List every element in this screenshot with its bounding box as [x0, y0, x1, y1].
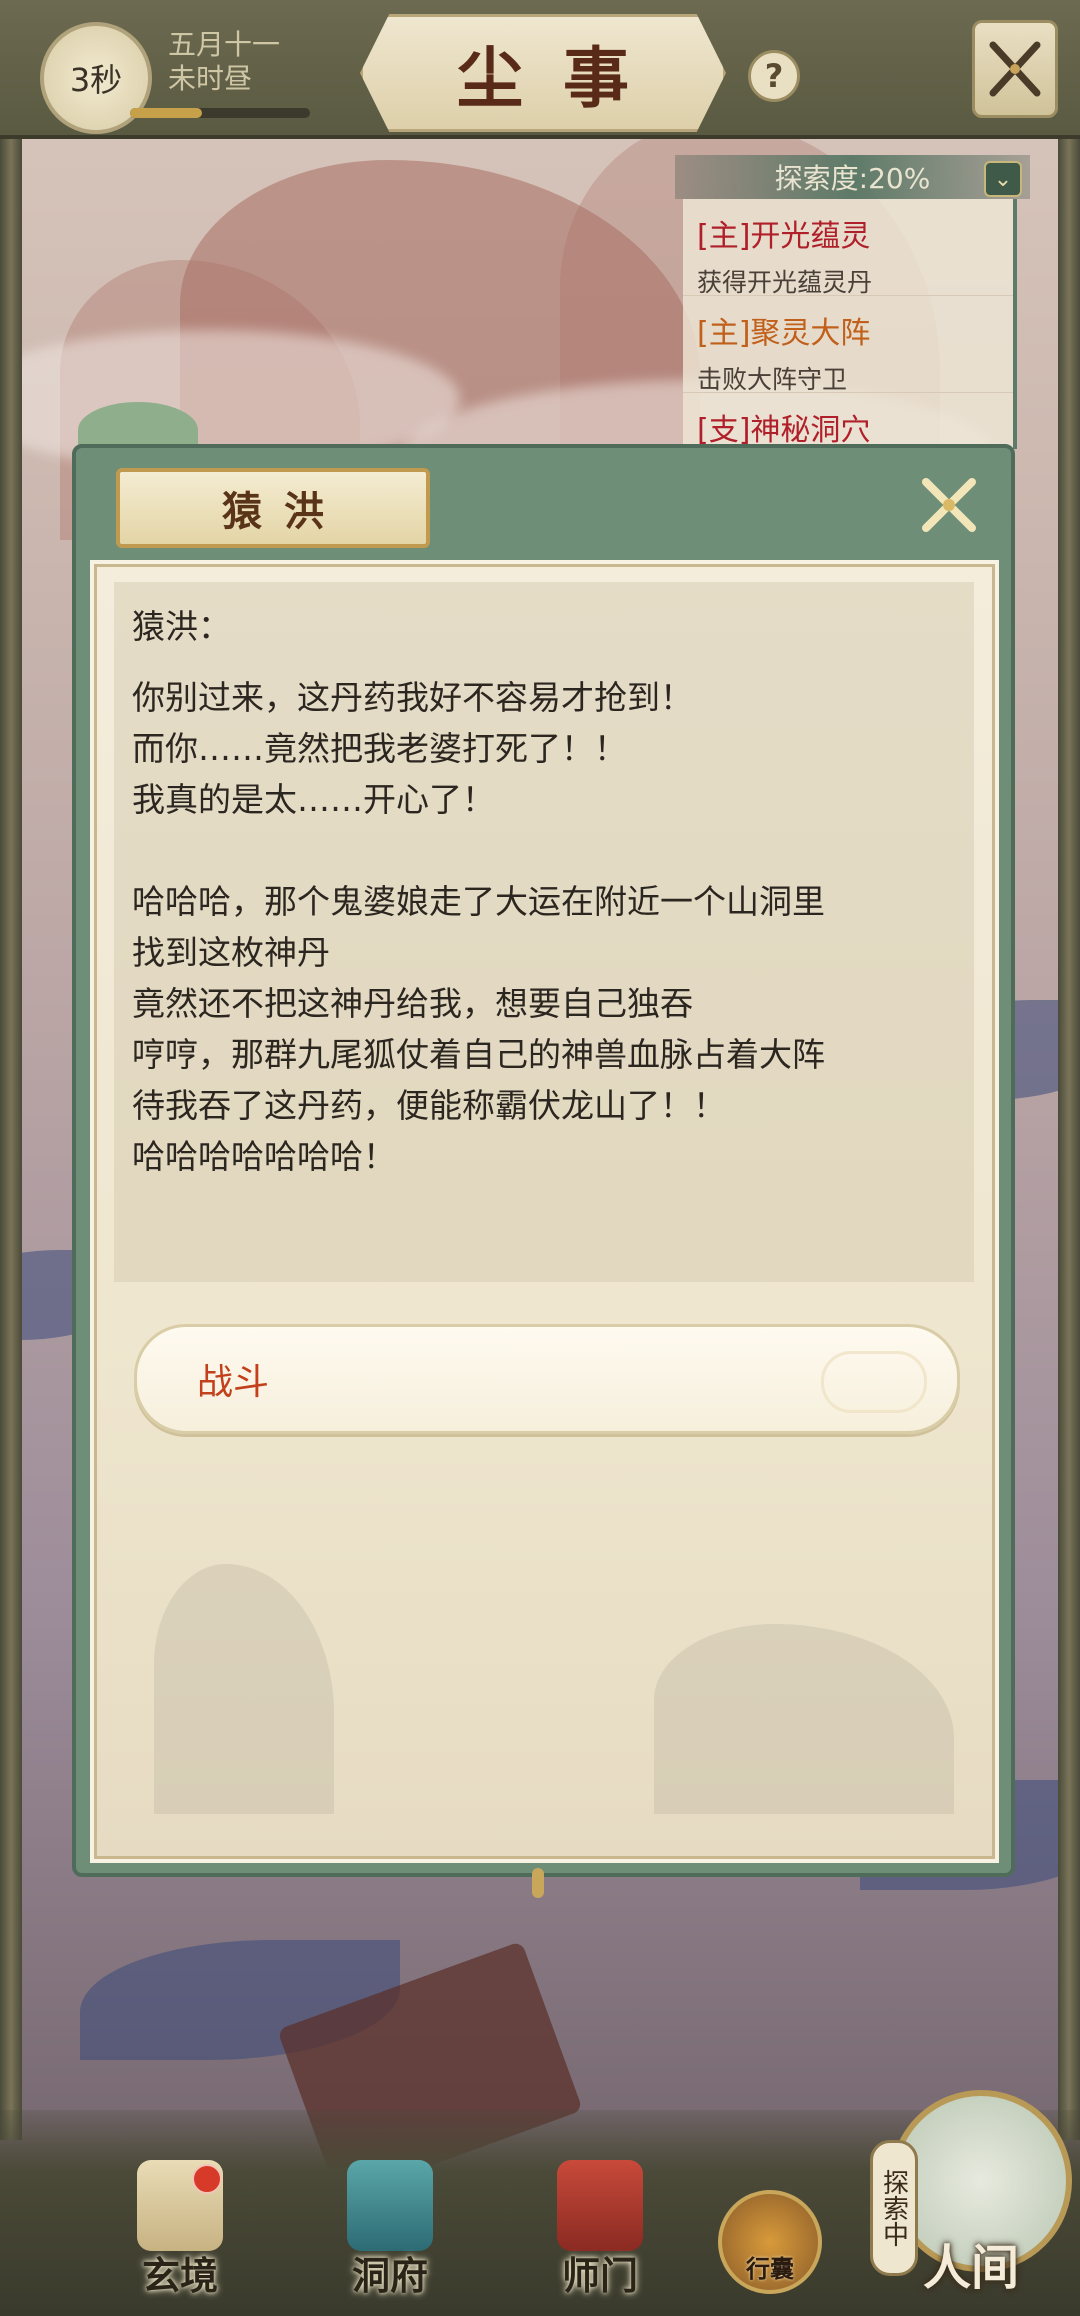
quest-list: [主]开光蕴灵 获得开光蕴灵丹 [主]聚灵大阵 击败大阵守卫 [支]神秘洞穴: [683, 199, 1017, 449]
quest-desc: 击败大阵守卫: [697, 365, 848, 394]
nav-label: 玄境: [141, 2253, 218, 2298]
dialog-title: 猿洪: [222, 488, 346, 535]
ink-mountain-wash: [654, 1624, 954, 1814]
pavilion-icon: [347, 2160, 433, 2251]
nav-label: 师门: [561, 2253, 638, 2298]
dialog-line: 我真的是太……开心了！: [132, 780, 495, 819]
question-icon: ?: [764, 57, 784, 95]
quest-desc: 获得开光蕴灵丹: [697, 268, 873, 297]
dialog-line: 你别过来，这丹药我好不容易才抢到！: [132, 678, 693, 717]
timer-text: 3秒: [69, 61, 123, 99]
dialog-modal: 猿洪 猿洪： 你别过来，这丹药我好不容易才抢到！ 而你……竟然把我老婆打死了！！…: [72, 444, 1015, 1898]
nav-item-shimen[interactable]: 师门: [530, 2160, 670, 2300]
quest-title: [主]开光蕴灵: [697, 219, 871, 254]
page-title-plaque: 尘事: [360, 14, 726, 132]
dialog-text: 你别过来，这丹药我好不容易才抢到！ 而你……竟然把我老婆打死了！！ 我真的是太……: [132, 672, 962, 1182]
notification-dot: [192, 2164, 222, 2194]
crossed-swords-icon: [989, 41, 1041, 97]
top-bar: 3秒 五月十一 未时昼 尘事 ?: [0, 0, 1080, 139]
quest-item[interactable]: [支]神秘洞穴: [683, 393, 1013, 449]
ink-mountain-wash: [154, 1564, 334, 1814]
date-line1: 五月十一: [168, 28, 281, 61]
quest-collapse-button[interactable]: ⌄: [984, 161, 1022, 197]
quest-tracker: 探索度:20% ⌄ [主]开光蕴灵 获得开光蕴灵丹 [主]聚灵大阵 击败大阵守卫…: [675, 155, 1030, 449]
dialog-line: 哈哈哈哈哈哈哈！: [132, 1137, 396, 1176]
left-frame: [0, 130, 22, 2140]
world-switch-button[interactable]: 探索中 人间: [870, 2080, 1072, 2300]
fight-choice-button[interactable]: 战斗: [134, 1324, 960, 1434]
cloud-ornament-icon: [821, 1351, 927, 1413]
date-line2: 未时昼: [168, 62, 253, 95]
quest-title: [主]聚灵大阵: [697, 316, 871, 351]
nav-item-dongfu[interactable]: 洞府: [320, 2160, 460, 2300]
bag-label: 行囊: [746, 2255, 794, 2283]
time-progress-bar: [130, 108, 310, 118]
speaker-name: 猿洪：: [132, 607, 231, 646]
dialog-line: 竟然还不把这神丹给我，想要自己独吞: [132, 984, 693, 1023]
dialog-title-plaque: 猿洪: [116, 468, 430, 548]
help-button[interactable]: ?: [748, 50, 800, 102]
game-date: 五月十一 未时昼: [168, 28, 280, 96]
quest-title: [支]神秘洞穴: [697, 413, 871, 448]
dialog-line: 待我吞了这丹药，便能称霸伏龙山了！！: [132, 1086, 726, 1125]
exploration-progress: 探索度:20%: [774, 162, 931, 195]
world-label: 人间: [922, 2240, 1019, 2296]
close-button[interactable]: [916, 472, 982, 538]
dialog-line: 而你……竟然把我老婆打死了！！: [132, 729, 627, 768]
page-title: 尘事: [457, 39, 669, 117]
dialog-body: 猿洪： 你别过来，这丹药我好不容易才抢到！ 而你……竟然把我老婆打死了！！ 我真…: [90, 560, 999, 1863]
close-icon: [922, 478, 976, 532]
quest-progress-header: 探索度:20%: [675, 155, 1030, 199]
dialog-line: 找到这枚神丹: [132, 933, 330, 972]
right-frame: [1058, 130, 1080, 2140]
modal-pin: [532, 1868, 544, 1898]
dialog-line: 哼哼，那群九尾狐仗着自己的神兽血脉占着大阵: [132, 1035, 825, 1074]
dialog-line-gap: [132, 825, 962, 876]
chevron-down-icon: ⌄: [993, 166, 1013, 192]
quest-item[interactable]: [主]开光蕴灵 获得开光蕴灵丹: [683, 199, 1013, 297]
dialog-line: 哈哈哈，那个鬼婆娘走了大运在附近一个山洞里: [132, 882, 825, 921]
quest-item[interactable]: [主]聚灵大阵 击败大阵守卫: [683, 296, 1013, 394]
nav-label: 洞府: [351, 2253, 428, 2298]
choice-label: 战斗: [197, 1362, 270, 1403]
time-progress-fill: [130, 108, 202, 118]
banner-icon: [557, 2160, 643, 2251]
nav-item-xuanjing[interactable]: 玄境: [110, 2160, 250, 2300]
inventory-bag-button[interactable]: 行囊: [718, 2190, 822, 2294]
dialog-text-box: 猿洪： 你别过来，这丹药我好不容易才抢到！ 而你……竟然把我老婆打死了！！ 我真…: [114, 582, 974, 1282]
map-toggle-button[interactable]: [972, 20, 1058, 118]
